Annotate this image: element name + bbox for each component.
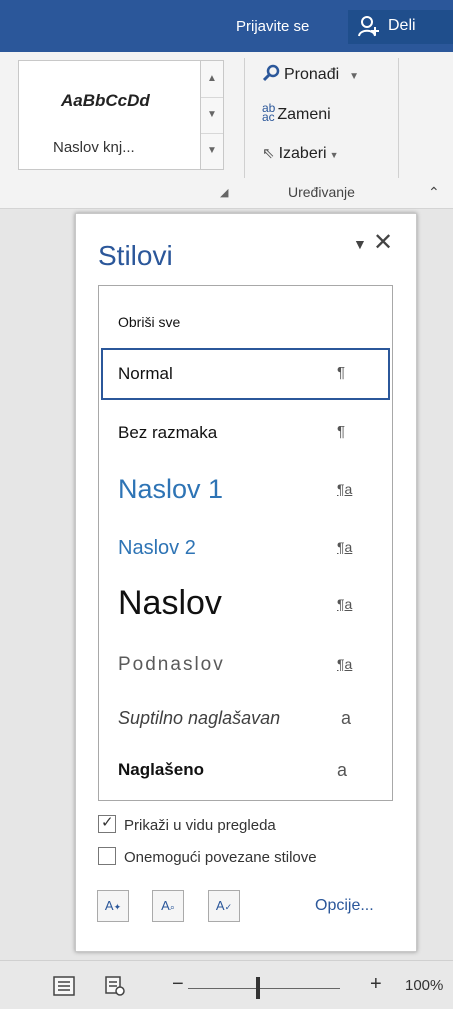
- style-label: Bez razmaka: [118, 423, 218, 442]
- character-style-icon: a: [341, 708, 352, 728]
- gallery-style-name: Naslov knj...: [53, 139, 135, 156]
- share-button[interactable]: Deli: [348, 10, 453, 44]
- gallery-more-icon[interactable]: ▼: [201, 133, 223, 169]
- style-item-heading-2[interactable]: Naslov 2 ¶a: [99, 526, 392, 572]
- replace-label: Zameni: [277, 106, 331, 123]
- pane-menu-icon[interactable]: ▼: [353, 236, 367, 252]
- share-label: Deli: [388, 17, 416, 34]
- character-style-icon: a: [337, 760, 348, 780]
- style-item-normal[interactable]: Normal ¶: [101, 348, 390, 400]
- zoom-slider[interactable]: [188, 988, 340, 989]
- title-bar: Prijavite se Deli: [0, 0, 453, 52]
- show-preview-checkbox[interactable]: ✓ Prikaži u vidu pregleda: [98, 814, 276, 834]
- linked-style-icon: ¶a: [337, 596, 353, 612]
- dialog-launcher-icon[interactable]: ◢: [220, 186, 228, 199]
- new-style-icon[interactable]: A✦: [97, 890, 129, 922]
- search-icon: [262, 64, 280, 82]
- show-preview-label: Prikaži u vidu pregleda: [124, 817, 276, 834]
- gallery-style-sample: AaBbCcDd: [61, 91, 150, 110]
- gallery-down-icon[interactable]: ▼: [201, 97, 223, 134]
- gallery-up-icon[interactable]: ▲: [201, 61, 223, 98]
- find-label: Pronađi: [284, 66, 340, 83]
- zoom-level[interactable]: 100%: [405, 977, 443, 994]
- style-label: Obriši sve: [118, 314, 181, 330]
- style-label: Suptilno naglašavan: [118, 708, 281, 728]
- replace-button[interactable]: ab ac Zameni: [262, 101, 331, 124]
- web-layout-icon[interactable]: [104, 975, 126, 997]
- cursor-icon: ⇖: [262, 145, 275, 162]
- style-label: Normal: [118, 364, 173, 383]
- style-label: Naslov 1: [118, 474, 224, 504]
- linked-style-icon: ¶a: [337, 539, 353, 555]
- print-layout-icon[interactable]: [52, 975, 76, 997]
- paragraph-mark-icon: ¶: [337, 423, 346, 440]
- style-label: Naglašeno: [118, 760, 204, 779]
- style-item-subtitle[interactable]: Podnaslov ¶a: [99, 644, 392, 688]
- linked-style-icon: ¶a: [337, 656, 353, 672]
- zoom-slider-thumb[interactable]: [256, 977, 260, 999]
- person-add-icon: [358, 16, 379, 37]
- disable-linked-checkbox[interactable]: Onemogući povezane stilove: [98, 847, 317, 866]
- styles-list: Obriši sve Normal ¶ Bez razmaka ¶ Naslov…: [98, 285, 393, 801]
- checkbox-box[interactable]: [98, 847, 116, 865]
- ribbon: AaBbCcDd Naslov knj... ▲ ▼ ▼ ◢ Pronađi ▼ …: [0, 52, 453, 209]
- group-divider: [244, 58, 245, 178]
- chevron-down-icon: ▼: [329, 150, 339, 160]
- collapse-ribbon-icon[interactable]: ⌃: [428, 184, 440, 201]
- style-inspector-icon[interactable]: A⌕: [152, 890, 184, 922]
- manage-styles-icon[interactable]: A✓: [208, 890, 240, 922]
- replace-icon: ab ac: [262, 101, 276, 124]
- style-gallery[interactable]: AaBbCcDd Naslov knj...: [18, 60, 208, 170]
- chevron-down-icon: ▼: [349, 71, 360, 82]
- options-link[interactable]: Opcije...: [315, 897, 374, 915]
- sign-in-link[interactable]: Prijavite se: [236, 18, 309, 35]
- group-divider: [398, 58, 399, 178]
- editing-group-label: Uređivanje: [288, 184, 355, 200]
- find-button[interactable]: Pronađi ▼: [262, 64, 359, 84]
- checkmark-icon: ✓: [101, 814, 114, 831]
- style-item-no-spacing[interactable]: Bez razmaka ¶: [99, 412, 392, 456]
- select-label: Izaberi: [278, 145, 327, 162]
- style-item-title[interactable]: Naslov ¶a: [99, 580, 392, 632]
- checkbox-box[interactable]: ✓: [98, 814, 116, 833]
- gallery-scroll[interactable]: ▲ ▼ ▼: [200, 60, 224, 170]
- styles-pane: Stilovi ▼ ✕ Obriši sve Normal ¶ Bez razm…: [75, 213, 417, 952]
- style-label: Podnaslov: [118, 654, 225, 675]
- select-button[interactable]: ⇖ Izaberi ▼: [262, 144, 339, 163]
- close-icon[interactable]: ✕: [373, 228, 393, 257]
- status-bar: − + 100%: [0, 960, 453, 1009]
- style-label: Naslov 2: [118, 537, 196, 559]
- style-item-heading-1[interactable]: Naslov 1 ¶a: [99, 466, 392, 516]
- disable-linked-label: Onemogući povezane stilove: [124, 849, 317, 866]
- style-item-subtle-emphasis[interactable]: Suptilno naglašavan a: [99, 698, 392, 742]
- zoom-in-button[interactable]: +: [370, 973, 382, 996]
- zoom-out-button[interactable]: −: [172, 973, 184, 996]
- pane-title: Stilovi: [98, 240, 173, 271]
- style-item-emphasis[interactable]: Naglašeno a: [99, 750, 392, 794]
- style-item-clear-all[interactable]: Obriši sve: [99, 310, 392, 338]
- linked-style-icon: ¶a: [337, 481, 353, 497]
- style-label: Naslov: [118, 584, 222, 622]
- paragraph-mark-icon: ¶: [337, 364, 346, 381]
